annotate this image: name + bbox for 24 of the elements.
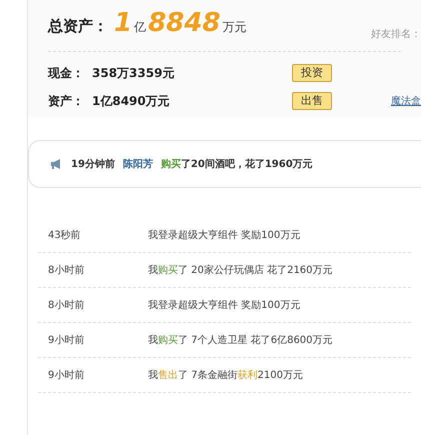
megaphone-icon [49, 158, 63, 170]
log-message: 我购买了 20家公仔玩偶店 花了2160万元 [148, 264, 333, 278]
log-time: 8小时前 [48, 264, 86, 278]
balance-label: 现金： [48, 65, 85, 82]
user-name-link[interactable]: 陈阳芳 [122, 156, 153, 172]
action-button[interactable]: 投资 [292, 64, 332, 82]
total-assets-amount: 1 亿 8848 万元 [113, 7, 246, 40]
log-message: 我售出了 7条金融街获利2100万元 [148, 368, 303, 382]
log-time: 8小时前 [48, 298, 86, 312]
balance-value: 1亿8490万元 [92, 93, 171, 110]
magic-box-link[interactable]: 魔法盒 [391, 94, 421, 108]
log-message: 我登录超级大亨组件 奖励100万元 [148, 228, 300, 242]
balance-label: 资产： [48, 93, 85, 110]
notice-message: 购买了20间酒吧，花了1960万元 [160, 158, 313, 172]
log-message: 我登录超级大亨组件 奖励100万元 [148, 298, 300, 312]
balance-value: 358万3359元 [92, 65, 176, 82]
total-assets-label: 总资产： [48, 16, 108, 37]
log-time: 43秒前 [48, 228, 82, 242]
action-button[interactable]: 出售 [292, 92, 332, 110]
log-time: 9小时前 [48, 334, 86, 348]
log-time: 9小时前 [48, 368, 86, 382]
log-message: 我购买了 7个人造卫星 花了6亿8600万元 [148, 334, 333, 348]
friend-ranking-label: 好友排名： [371, 28, 421, 42]
notice-time: 19分钟前 [71, 158, 115, 172]
